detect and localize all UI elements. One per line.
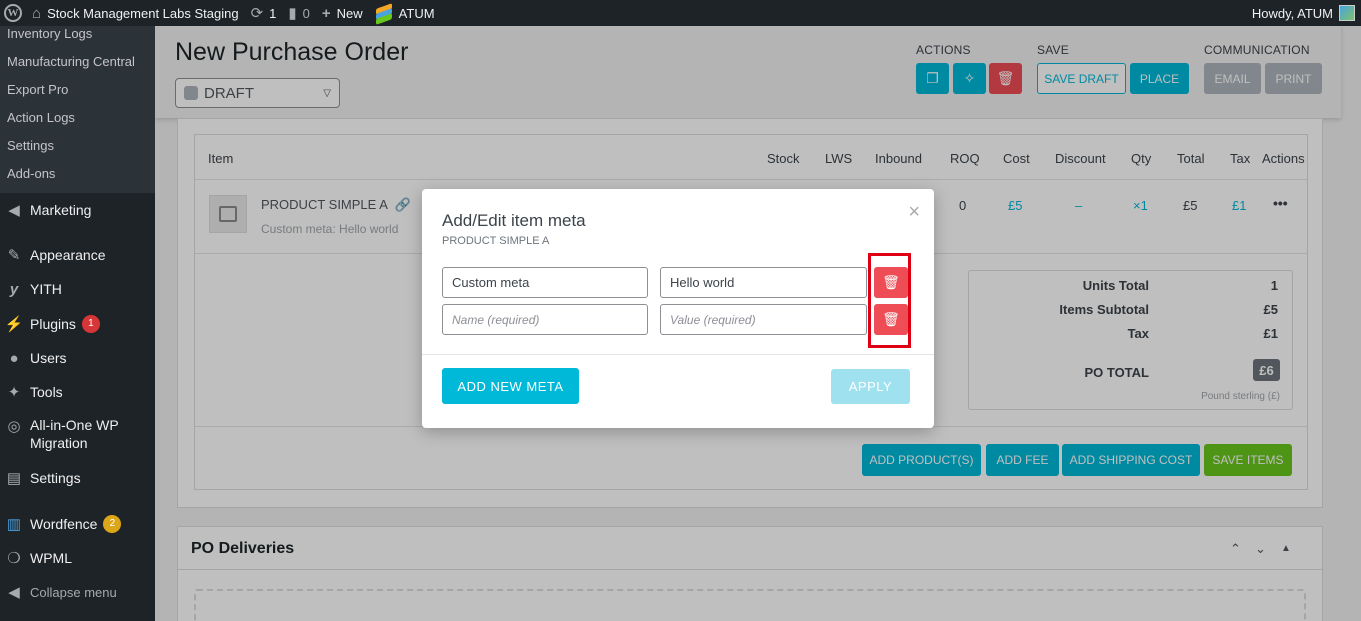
plugin-icon: ⚡	[4, 316, 24, 333]
collapse-icon: ◀	[8, 584, 20, 601]
users-icon: ●	[9, 349, 19, 367]
sidebar-item-wordfence[interactable]: ▥ Wordfence 2	[0, 514, 155, 534]
yith-icon: y	[9, 280, 19, 298]
new-content-link[interactable]: + New	[316, 0, 369, 26]
sidebar-item-settings[interactable]: ▤ Settings	[0, 468, 155, 488]
add-new-meta-button[interactable]: ADD NEW META	[442, 368, 579, 404]
submenu-add-ons[interactable]: Add-ons	[0, 160, 155, 188]
submenu-action-logs[interactable]: Action Logs	[0, 104, 155, 132]
highlight-box	[868, 253, 911, 348]
modal-title: Add/Edit item meta	[442, 211, 586, 230]
wordpress-logo-icon[interactable]: W	[0, 0, 26, 26]
apply-button[interactable]: APPLY	[831, 369, 910, 404]
settings-icon: ▤	[6, 470, 22, 487]
sidebar-item-plugins[interactable]: ⚡ Plugins 1	[0, 314, 155, 334]
collapse-menu-button[interactable]: ◀ Collapse menu	[0, 582, 155, 602]
sidebar-item-all-in-one-migration[interactable]: ◎ All-in-One WP Migration	[0, 416, 155, 452]
atum-menu-link[interactable]: ATUM	[369, 0, 441, 26]
avatar[interactable]	[1339, 5, 1355, 21]
new-meta-name-input[interactable]: Name (required)	[442, 304, 648, 335]
admin-bar: W ⌂ Stock Management Labs Staging ⟳ 1 ▮ …	[0, 0, 1361, 26]
howdy-account-link[interactable]: Howdy, ATUM	[1252, 6, 1333, 21]
home-icon: ⌂	[32, 4, 42, 22]
megaphone-icon: ◀	[8, 202, 20, 219]
paintbrush-icon: ✎	[7, 247, 21, 264]
atum-submenu: Inventory Logs Manufacturing Central Exp…	[0, 20, 155, 193]
wrench-icon: ✦	[7, 384, 21, 401]
sidebar-item-appearance[interactable]: ✎ Appearance	[0, 245, 155, 265]
divider	[422, 354, 934, 355]
atum-logo-icon	[375, 3, 393, 25]
submenu-manufacturing-central[interactable]: Manufacturing Central	[0, 48, 155, 76]
submenu-export-pro[interactable]: Export Pro	[0, 76, 155, 104]
wordfence-badge: 2	[103, 515, 122, 533]
admin-sidebar: Inventory Logs Manufacturing Central Exp…	[0, 20, 155, 621]
meta-name-input[interactable]: Custom meta	[442, 267, 648, 298]
modal-subtitle: PRODUCT SIMPLE A	[442, 235, 550, 247]
sidebar-item-yith[interactable]: y YITH	[0, 279, 155, 299]
new-meta-value-input[interactable]: Value (required)	[660, 304, 867, 335]
comment-icon: ▮	[288, 5, 297, 22]
plugins-update-badge: 1	[81, 315, 100, 333]
sidebar-item-marketing[interactable]: ◀ Marketing	[0, 200, 155, 220]
submenu-settings[interactable]: Settings	[0, 132, 155, 160]
site-name-link[interactable]: ⌂ Stock Management Labs Staging	[26, 0, 245, 26]
updates-link[interactable]: ⟳ 1	[245, 0, 283, 26]
wpml-icon: ❍	[7, 550, 21, 567]
wordfence-icon: ▥	[6, 516, 22, 533]
plus-icon: +	[321, 4, 331, 22]
item-meta-modal: Add/Edit item meta PRODUCT SIMPLE A × Cu…	[422, 189, 934, 428]
sidebar-item-wpml[interactable]: ❍ WPML	[0, 548, 155, 568]
comments-link[interactable]: ▮ 0	[282, 0, 316, 26]
sidebar-item-users[interactable]: ● Users	[0, 348, 155, 368]
sidebar-item-tools[interactable]: ✦ Tools	[0, 382, 155, 402]
migration-icon: ◎	[7, 418, 21, 435]
close-icon[interactable]: ×	[908, 201, 920, 224]
meta-value-input[interactable]: Hello world	[660, 267, 867, 298]
updates-icon: ⟳	[250, 5, 264, 22]
